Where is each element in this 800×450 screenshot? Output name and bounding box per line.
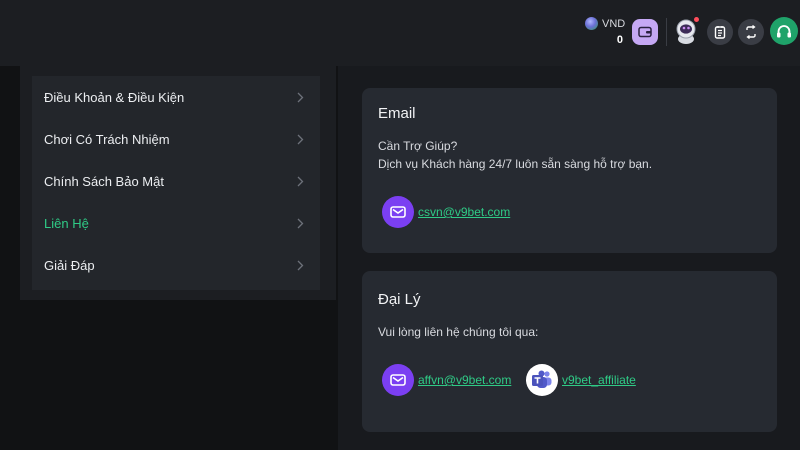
headset-icon bbox=[777, 24, 791, 37]
sidebar-item-label: Điều Khoản & Điều Kiện bbox=[44, 89, 185, 105]
transfer-button[interactable] bbox=[738, 19, 764, 45]
teams-badge bbox=[526, 364, 558, 396]
email-card-title: Email bbox=[378, 105, 416, 122]
top-header: VND 0 bbox=[0, 0, 800, 66]
chevron-right-icon bbox=[297, 92, 306, 102]
support-button[interactable] bbox=[770, 17, 798, 45]
agent-card: Đại Lý Vui lòng liên hệ chúng tôi qua: a… bbox=[362, 271, 777, 432]
email-card: Email Cần Trợ Giúp? Dịch vụ Khách hàng 2… bbox=[362, 88, 777, 253]
coin-icon bbox=[585, 17, 598, 30]
chevron-right-icon bbox=[297, 176, 306, 186]
teams-icon bbox=[532, 370, 552, 388]
wallet-button[interactable] bbox=[632, 19, 658, 45]
sidebar-item-contact[interactable]: Liên Hệ bbox=[32, 202, 320, 244]
sidebar-menu: Điều Khoản & Điều Kiện Chơi Có Trách Nhi… bbox=[32, 76, 320, 290]
teams-handle: v9bet_affiliate bbox=[562, 373, 636, 387]
sidebar-item-responsible-gaming[interactable]: Chơi Có Trách Nhiệm bbox=[32, 118, 320, 160]
balance-amount: 0 bbox=[616, 34, 623, 46]
balance-display[interactable]: VND 0 bbox=[583, 16, 625, 46]
agent-card-text: Vui lòng liên hệ chúng tôi qua: bbox=[378, 325, 539, 339]
notepad-icon bbox=[714, 26, 726, 39]
chevron-right-icon bbox=[297, 260, 306, 270]
history-button[interactable] bbox=[707, 19, 733, 45]
currency-code: VND bbox=[602, 18, 626, 30]
sidebar-item-privacy[interactable]: Chính Sách Bảo Mật bbox=[32, 160, 320, 202]
chevron-right-icon bbox=[297, 218, 306, 228]
mail-badge bbox=[382, 196, 414, 228]
help-title: Cần Trợ Giúp? bbox=[378, 139, 458, 153]
transfer-icon bbox=[746, 25, 756, 39]
wallet-icon bbox=[638, 26, 652, 38]
mail-icon bbox=[390, 206, 406, 218]
chevron-right-icon bbox=[297, 134, 306, 144]
sidebar-panel: Điều Khoản & Điều Kiện Chơi Có Trách Nhi… bbox=[20, 66, 336, 300]
mail-icon bbox=[390, 374, 406, 386]
mail-badge bbox=[382, 364, 414, 396]
affiliate-email-address: affvn@v9bet.com bbox=[418, 373, 512, 387]
sidebar-item-label: Liên Hệ bbox=[44, 215, 89, 231]
support-email-link[interactable]: csvn@v9bet.com bbox=[382, 196, 510, 228]
support-email-address: csvn@v9bet.com bbox=[418, 205, 511, 219]
agent-card-title: Đại Lý bbox=[378, 291, 421, 308]
sidebar-item-label: Giải Đáp bbox=[44, 257, 95, 273]
sidebar-item-faq[interactable]: Giải Đáp bbox=[32, 244, 320, 286]
affiliate-email-link[interactable]: affvn@v9bet.com bbox=[382, 364, 511, 396]
user-avatar-button[interactable] bbox=[673, 17, 699, 45]
sidebar-item-terms[interactable]: Điều Khoản & Điều Kiện bbox=[32, 76, 320, 118]
help-text: Dịch vụ Khách hàng 24/7 luôn sẵn sàng hỗ… bbox=[378, 157, 653, 171]
contact-content: Email Cần Trợ Giúp? Dịch vụ Khách hàng 2… bbox=[338, 66, 800, 450]
sidebar-item-label: Chính Sách Bảo Mật bbox=[44, 173, 164, 189]
teams-contact-link[interactable]: v9bet_affiliate bbox=[526, 364, 636, 396]
notification-dot bbox=[694, 17, 699, 22]
sidebar-item-label: Chơi Có Trách Nhiệm bbox=[44, 131, 170, 147]
header-divider bbox=[666, 18, 667, 46]
